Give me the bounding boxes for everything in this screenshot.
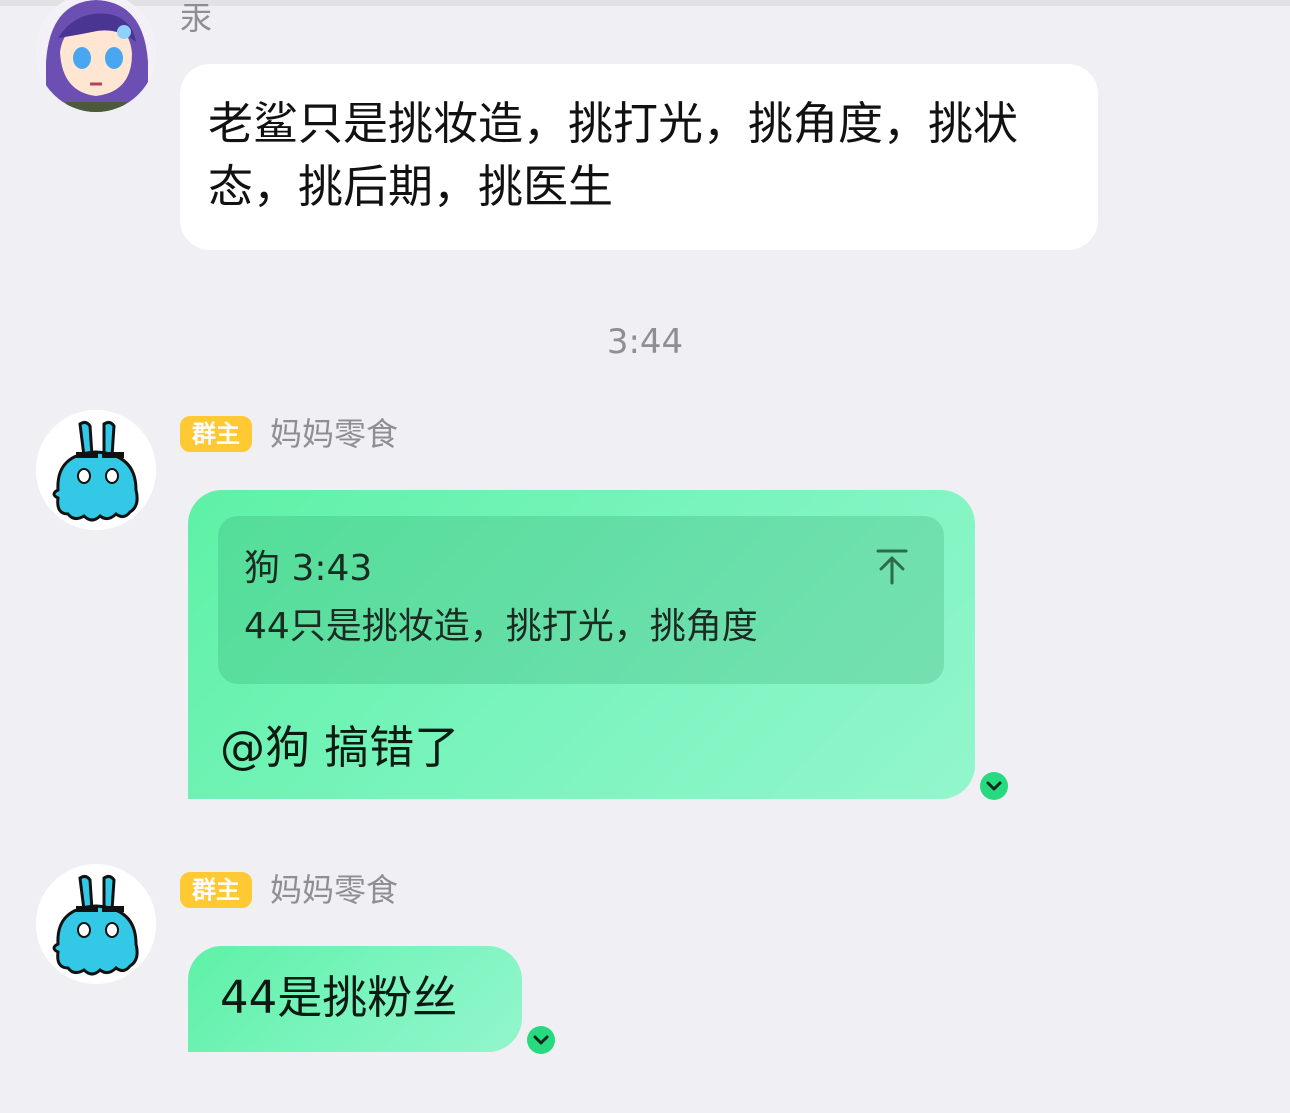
expand-button-2[interactable] [980,772,1008,800]
message-bubble-3[interactable]: 44是挑粉丝 [188,946,522,1052]
time-divider: 3:44 [606,322,684,362]
message-bubble-2[interactable]: 狗 3:43 44只是挑妆造，挑打光，挑角度 @狗 搞错了 [188,490,975,799]
quote-text: 44只是挑妆造，挑打光，挑角度 [244,606,758,647]
quote-header: 狗 3:43 [244,546,918,592]
owner-badge-3: 群主 [180,872,252,908]
sender-name-partial: 汞 [180,0,213,37]
message-bubble-1[interactable]: 老鲨只是挑妆造，挑打光，挑角度，挑状态，挑后期，挑医生 [180,64,1098,250]
message-text-2: @狗 搞错了 [220,721,460,774]
avatar-sender-3[interactable] [36,864,156,984]
sender-name-2[interactable]: 妈妈零食 [270,414,398,454]
avatar-sender-1[interactable] [36,0,156,112]
expand-button-3[interactable] [527,1026,555,1054]
quote-time: 3:43 [291,548,373,589]
message-text-1: 老鲨只是挑妆造，挑打光，挑角度，挑状态，挑后期，挑医生 [208,97,1019,213]
owner-badge-2: 群主 [180,416,252,452]
quote-author: 狗 [244,548,281,589]
message-text-3: 44是挑粉丝 [220,971,458,1024]
chevron-down-icon [533,1035,549,1045]
quoted-message[interactable]: 狗 3:43 44只是挑妆造，挑打光，挑角度 [218,516,944,684]
avatar-sender-2[interactable] [36,410,156,530]
arrow-to-top-icon[interactable] [874,548,910,586]
chevron-down-icon [986,781,1002,791]
sender-name-3[interactable]: 妈妈零食 [270,870,398,910]
